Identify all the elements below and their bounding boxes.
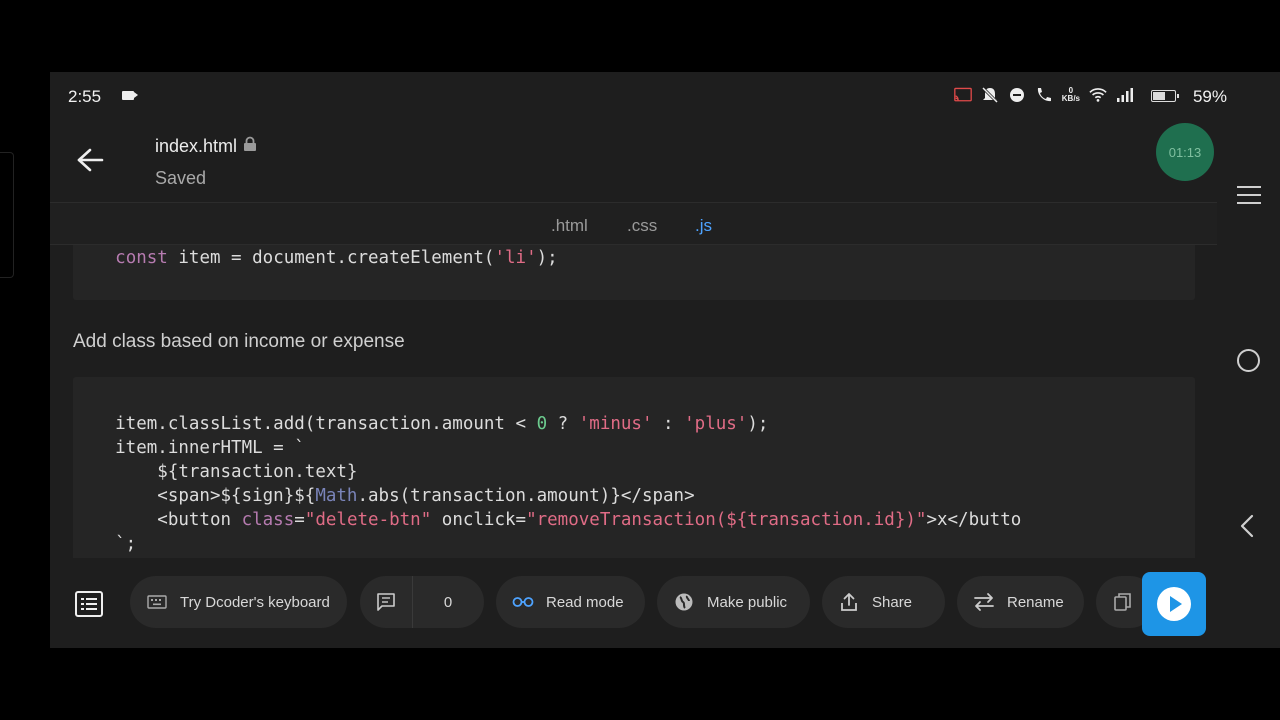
nav-back-icon[interactable] [1239,514,1255,543]
bottom-toolbar: Try Dcoder's keyboard 0 Read mode Make p… [50,558,1280,648]
tutorial-content: const item = document.createElement('li'… [50,245,1217,558]
comment-icon [360,591,412,613]
side-edge-handle [0,152,14,278]
code-block: item.classList.add(transaction.amount < … [73,377,1195,558]
back-arrow-icon[interactable] [76,148,104,172]
tab-css[interactable]: .css [627,216,657,236]
glasses-icon [512,591,534,613]
battery-percent: 59% [1192,87,1227,106]
network-speed-unit: KB/s [1061,94,1080,103]
status-icons: 0 KB/s [953,86,1177,104]
recents-icon[interactable] [1237,186,1261,210]
globe-icon [673,591,695,613]
read-mode-label: Read mode [546,593,624,611]
play-icon [1157,587,1191,621]
read-mode-button[interactable]: Read mode [496,576,645,628]
run-button[interactable] [1142,572,1206,636]
code-block: const item = document.createElement('li'… [73,245,1195,300]
save-status: Saved [155,168,207,188]
file-name[interactable]: index.html [155,136,257,157]
tab-html[interactable]: .html [551,216,588,236]
battery-icon [1151,90,1179,102]
language-tabs: .html .css .js [50,202,1217,245]
keyboard-icon [146,591,168,613]
cast-icon [953,86,972,104]
file-name-label: index.html [155,136,238,156]
signal-icon [1116,86,1134,104]
swap-icon [973,591,995,613]
code-line: const item = document.createElement('li'… [115,248,558,268]
network-speed: 0 KB/s [1062,87,1080,103]
screen-record-icon [122,91,138,100]
home-icon[interactable] [1237,349,1260,372]
make-public-button[interactable]: Make public [657,576,810,628]
system-nav-bar [1217,120,1280,648]
mute-bell-icon [981,86,999,104]
tab-js[interactable]: .js [695,216,712,236]
share-label: Share [872,593,913,611]
rename-button[interactable]: Rename [957,576,1084,628]
comments-count: 0 [443,593,453,611]
status-bar: 2:55 0 KB/s 59% [50,72,1280,120]
try-keyboard-button[interactable]: Try Dcoder's keyboard [130,576,347,628]
try-keyboard-label: Try Dcoder's keyboard [180,593,330,611]
do-not-disturb-icon [1008,86,1026,104]
code-lines: item.classList.add(transaction.amount < … [73,414,1022,554]
make-public-label: Make public [707,593,788,611]
editor-header: index.html Saved [50,120,1217,202]
status-time: 2:55 [68,87,102,106]
app-window: 2:55 0 KB/s 59% index.html Saved 01:13 .… [50,72,1280,648]
recording-timer[interactable]: 01:13 [1156,123,1214,181]
share-icon [838,591,860,613]
copy-icon [1112,591,1134,613]
wifi-icon [1089,86,1107,104]
wifi-calling-icon [1035,86,1053,104]
list-menu-icon[interactable] [74,590,104,618]
description-text: Add class based on income or expense [73,331,405,352]
comments-button[interactable]: 0 [360,576,484,628]
share-button[interactable]: Share [822,576,945,628]
lock-icon [243,136,257,157]
rename-label: Rename [1007,593,1064,611]
